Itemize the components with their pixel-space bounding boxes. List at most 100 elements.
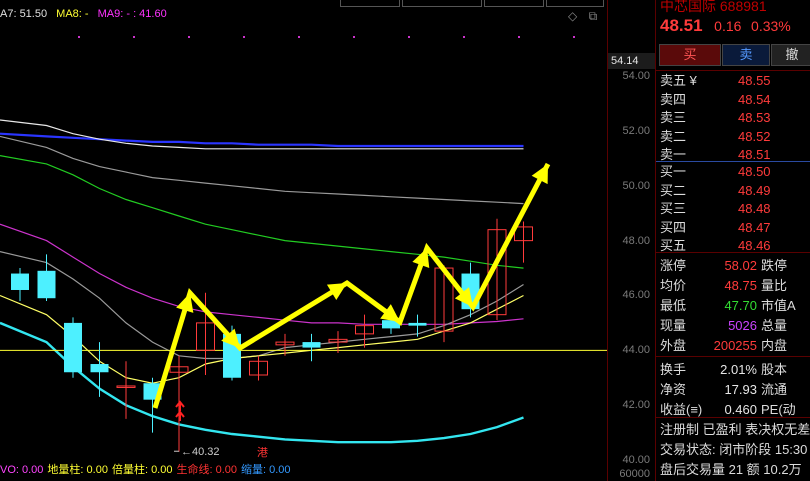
order-price: 48.55 xyxy=(738,73,771,88)
ma8-label: MA8: - xyxy=(56,8,89,20)
top-dot-marker xyxy=(353,36,355,38)
stat-label: 净资 xyxy=(660,382,687,397)
chart-pane[interactable]: ←40.32 港 A7: 51.50 MA8: - MA9: - : 41.60 … xyxy=(0,0,655,481)
ask-row[interactable]: 卖五 ¥ 48.55 xyxy=(656,72,810,90)
order-label: 卖四 xyxy=(660,91,687,107)
bid-row[interactable]: 买四 48.47 xyxy=(656,219,810,237)
top-dot-marker xyxy=(78,36,80,38)
ask-row[interactable]: 卖二 48.52 xyxy=(656,128,810,146)
order-label: 卖三 xyxy=(660,110,687,125)
info-row: 交易状态: 闭市阶段 15:30 xyxy=(660,442,808,457)
stat-row: 现量 5026 总量 xyxy=(656,316,810,335)
trade-buttons: 买 卖 撤 xyxy=(656,44,810,66)
ma-line-ma_green xyxy=(0,155,524,269)
low-price-label: ←40.32 xyxy=(181,446,220,458)
ask-row[interactable]: 卖三 48.53 xyxy=(656,109,810,127)
price-change: 0.16 xyxy=(714,18,742,34)
stat-value: 200255 xyxy=(713,338,757,353)
stat-row: 涨停 58.02 跌停 xyxy=(656,256,810,275)
stat-label: 均价 xyxy=(660,278,687,293)
indicator-legend-item: 缩量: 0.00 xyxy=(241,464,291,476)
order-label: 买二 xyxy=(660,182,687,198)
indicator-legend: VO: 0.00 地量柱: 0.00 倍量柱: 0.00 生命线: 0.00 缩量: 0… xyxy=(0,461,295,479)
candle-body xyxy=(37,270,56,299)
stat-row: 净资 17.93 流通 xyxy=(656,380,810,399)
order-label: 卖二 xyxy=(660,128,687,144)
sell-button[interactable]: 卖 xyxy=(722,44,770,66)
price-tick: 46.00 xyxy=(622,289,650,302)
bid-row[interactable]: 买三 48.48 xyxy=(656,200,810,218)
buy-signal-icon xyxy=(175,410,185,421)
diamond-icon[interactable]: ◇ xyxy=(568,9,577,23)
top-dot-marker xyxy=(463,36,465,38)
stat-value: 2.01% xyxy=(720,362,757,377)
order-price: 48.52 xyxy=(738,128,771,144)
bid-row[interactable]: 买二 48.49 xyxy=(656,182,810,200)
stat-label: 现量 xyxy=(660,318,687,333)
stat-label-2: 内盘 xyxy=(761,338,788,353)
order-price: 48.50 xyxy=(738,164,771,179)
trend-arrow-path xyxy=(152,162,551,409)
candle-body xyxy=(408,322,427,326)
top-dot-marker xyxy=(518,36,520,38)
ma9-label: MA9: - : 41.60 xyxy=(97,8,167,20)
price-tick: 48.00 xyxy=(622,234,650,247)
order-label: 买四 xyxy=(660,219,687,235)
buy-button[interactable]: 买 xyxy=(659,44,721,66)
chart-controls: ◇ ⧉ xyxy=(568,9,605,24)
candlestick-chart[interactable]: ←40.32 港 xyxy=(0,0,607,481)
stat-row: 最低 47.70 市值A xyxy=(656,296,810,315)
price-tick: 52.00 xyxy=(622,124,650,137)
price-change-pct: 0.33% xyxy=(751,18,791,34)
candle-body xyxy=(11,273,29,290)
top-dot-marker xyxy=(408,36,410,38)
stat-label: 涨停 xyxy=(660,258,687,273)
top-dot-marker xyxy=(243,36,245,38)
top-dot-marker xyxy=(573,36,575,38)
buy-signal-icon xyxy=(175,400,185,411)
stat-row: 外盘 200255 内盘 xyxy=(656,336,810,355)
order-price: 48.53 xyxy=(738,110,771,125)
stat-label-2: 跌停 xyxy=(761,258,788,273)
price-tick: 40.00 xyxy=(622,454,650,466)
indicator-legend-item: 地量柱: 0.00 xyxy=(47,464,108,476)
bid-row[interactable]: 买一 48.50 xyxy=(656,163,810,181)
price-tick: 42.00 xyxy=(622,399,650,412)
candle-body xyxy=(90,364,109,373)
indicator-legend-item: 生命线: 0.00 xyxy=(176,464,238,476)
stat-label: 外盘 xyxy=(660,338,687,353)
stat-label: 换手 xyxy=(660,362,687,377)
quote-panel: 中芯国际 688981 48.51 0.16 0.33% 买 卖 撤 卖五 ¥ … xyxy=(655,0,810,481)
top-dot-marker xyxy=(133,36,135,38)
stock-title: 中芯国际 688981 xyxy=(660,0,767,14)
stat-label-2: 总量 xyxy=(761,318,788,333)
order-label: 卖五 ¥ xyxy=(660,73,697,88)
stat-value: 58.02 xyxy=(724,258,757,273)
price-tick: 44.00 xyxy=(622,344,650,357)
stat-label-2: 流通 xyxy=(761,382,788,397)
top-dot-marker xyxy=(298,36,300,38)
stat-value: 47.70 xyxy=(724,298,757,313)
current-price-tag: 54.14 xyxy=(608,53,655,69)
price-row: 48.51 0.16 0.33% xyxy=(660,16,797,36)
stat-label-2: 市值A xyxy=(761,298,796,313)
ma7-label: A7: 51.50 xyxy=(0,8,48,20)
price-axis: 54.14 54.00 52.00 50.00 48.00 46.00 44.00 42.0… xyxy=(607,0,656,481)
restore-icon[interactable]: ⧉ xyxy=(589,9,598,23)
order-label: 买一 xyxy=(660,164,687,179)
ask-row[interactable]: 卖四 48.54 xyxy=(656,91,810,109)
candle-body xyxy=(302,342,321,348)
ma-line-ma_blue xyxy=(0,132,524,148)
order-price: 48.47 xyxy=(738,219,771,235)
stat-row: 均价 48.75 量比 xyxy=(656,276,810,295)
event-marker-label: 港 xyxy=(257,446,268,459)
stat-value: 17.93 xyxy=(724,382,757,397)
stat-value: 5026 xyxy=(728,318,757,333)
stat-label-2: 股本 xyxy=(761,362,788,377)
cancel-button[interactable]: 撤 xyxy=(771,44,810,66)
info-row: 注册制 已盈利 表决权无差 xyxy=(660,422,810,437)
price-tick: 50.00 xyxy=(622,179,650,192)
stat-label-2: 量比 xyxy=(761,278,788,293)
order-price: 48.54 xyxy=(738,91,771,107)
stat-label: 最低 xyxy=(660,298,687,313)
